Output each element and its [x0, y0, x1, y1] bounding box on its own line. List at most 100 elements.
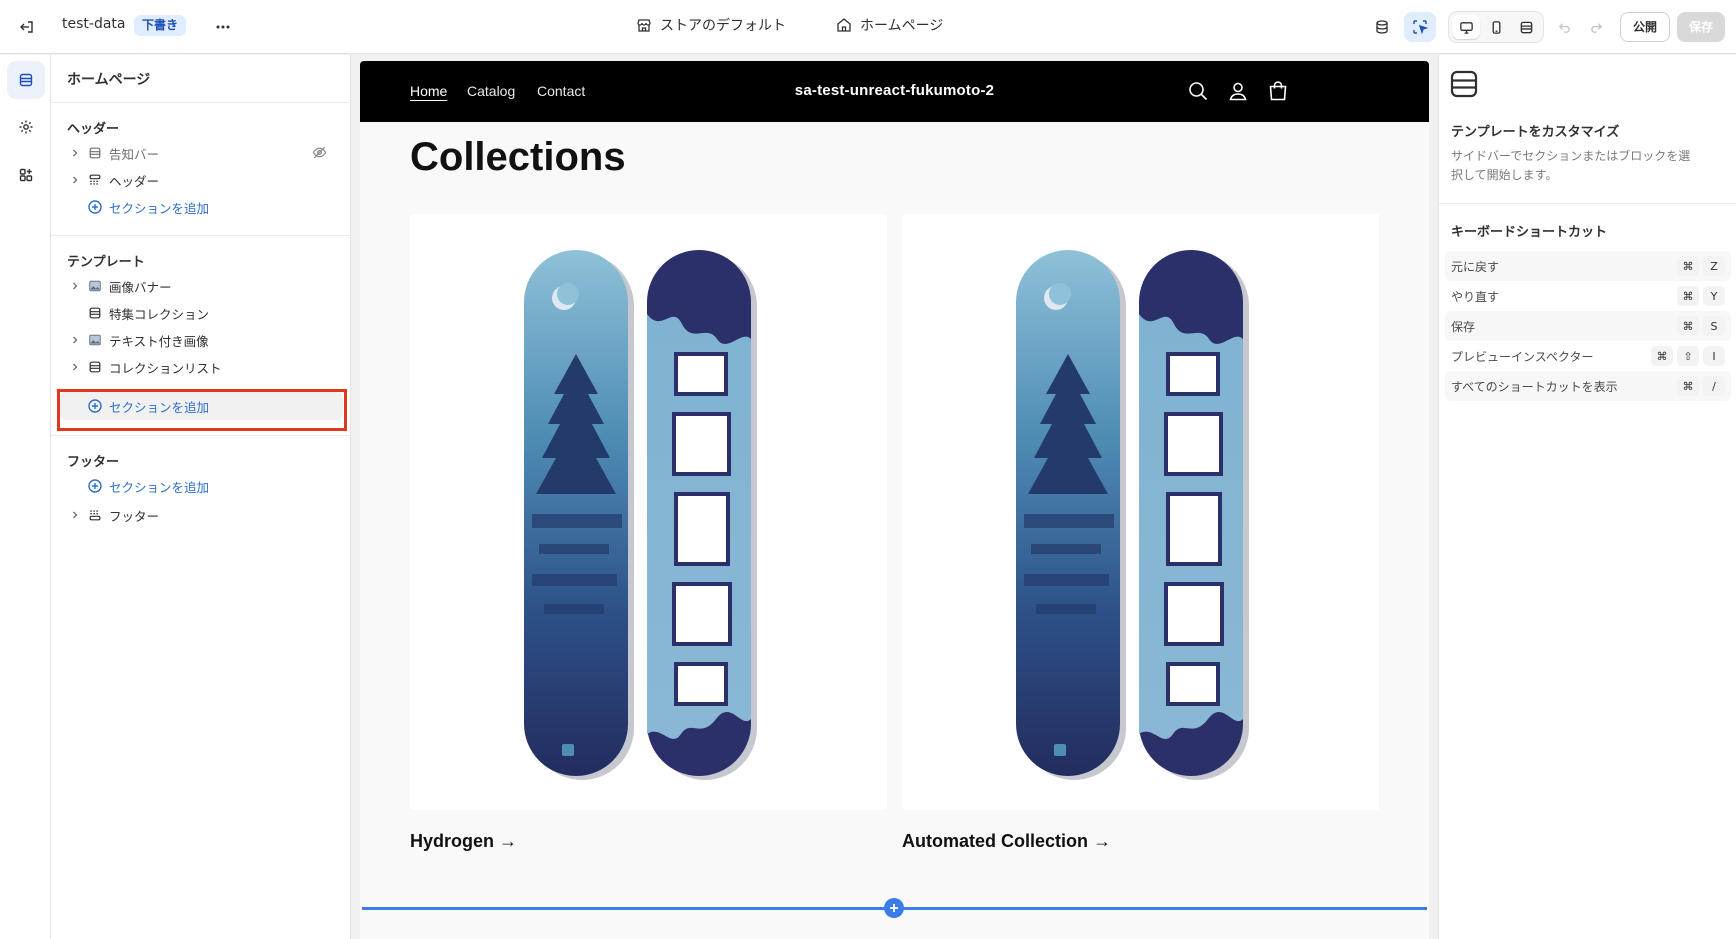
collection-link-automated[interactable]: Automated Collection →	[902, 831, 1111, 852]
divider	[51, 102, 351, 103]
chevron-right-icon[interactable]	[67, 332, 83, 348]
page-selector[interactable]: ホームページ	[836, 15, 943, 35]
redo-icon[interactable]	[1580, 12, 1612, 42]
section-icon	[87, 145, 103, 161]
sidebar-item-footer[interactable]: フッター	[59, 501, 343, 529]
search-icon[interactable]	[1186, 79, 1210, 103]
shortcut-key: ⌘	[1677, 286, 1699, 306]
footer-section-icon	[87, 507, 103, 523]
database-icon[interactable]	[1366, 12, 1398, 42]
add-section-label: セクションを追加	[109, 479, 210, 495]
shortcut-key: ⌘	[1677, 316, 1699, 336]
publish-button[interactable]: 公開	[1620, 12, 1671, 42]
chevron-right-icon[interactable]	[67, 359, 83, 375]
sidebar-item-label: コレクションリスト	[109, 360, 222, 376]
insert-section-plus-icon[interactable]	[884, 898, 904, 918]
shortcut-label: プレビューインスペクター	[1451, 349, 1594, 364]
shortcut-row-redo: やり直す ⌘ Y	[1445, 281, 1731, 311]
status-badge: 下書き	[134, 15, 187, 36]
sidebar-title: ホームページ	[67, 72, 151, 88]
mobile-icon[interactable]	[1482, 15, 1510, 39]
store-icon	[636, 17, 652, 33]
sidebar-item-image-banner[interactable]: 画像バナー	[59, 272, 343, 300]
chevron-right-icon[interactable]	[67, 145, 83, 161]
shortcut-row-save: 保存 ⌘ S	[1445, 311, 1731, 341]
left-rail	[0, 55, 51, 939]
inspector-panel: テンプレートをカスタマイズ サイドバーでセクションまたはブロックを選択して開始し…	[1438, 55, 1736, 939]
shortcut-row-undo: 元に戻す ⌘ Z	[1445, 251, 1731, 281]
save-button[interactable]: 保存	[1677, 12, 1726, 42]
shortcut-key: ⌘	[1677, 256, 1699, 276]
inspector-icon[interactable]	[1404, 12, 1436, 42]
preview-area: Home Catalog Contact sa-test-unreact-fuk…	[351, 55, 1438, 939]
sidebar-item-label: フッター	[109, 508, 160, 524]
shortcut-row-show-all[interactable]: すべてのショートカットを表示 ⌘ /	[1445, 371, 1731, 401]
chevron-right-icon[interactable]	[67, 172, 83, 188]
shortcut-label: やり直す	[1451, 289, 1500, 304]
shortcut-label: すべてのショートカットを表示	[1451, 379, 1618, 394]
collections-heading: Collections	[410, 135, 626, 179]
shortcut-key: ⌘	[1677, 376, 1699, 396]
add-section-footer-button[interactable]: セクションを追加	[59, 472, 343, 500]
shortcut-key: S	[1703, 316, 1725, 336]
group-template-label: テンプレート	[67, 255, 145, 270]
sections-icon[interactable]	[7, 61, 45, 99]
shortcut-row-preview-inspector: プレビューインスペクター ⌘ ⇧ I	[1445, 341, 1731, 371]
group-footer-label: フッター	[67, 455, 120, 470]
section-icon	[87, 359, 103, 375]
shortcut-key: ⇧	[1677, 346, 1699, 366]
add-section-label: セクションを追加	[109, 200, 210, 216]
viewport-switcher	[1448, 11, 1544, 43]
chevron-right-icon[interactable]	[67, 507, 83, 523]
apps-icon[interactable]	[7, 156, 45, 194]
shortcut-key: Y	[1703, 286, 1725, 306]
collection-link-hydrogen[interactable]: Hydrogen →	[410, 831, 517, 852]
sidebar-item-collection-list[interactable]: コレクションリスト	[59, 353, 343, 381]
plus-circle-icon	[88, 200, 102, 214]
exit-icon[interactable]	[14, 14, 40, 40]
shortcut-key: /	[1703, 376, 1725, 396]
sidebar-item-label: 画像バナー	[109, 279, 172, 295]
divider	[1439, 203, 1736, 204]
sidebar-item-announcement-bar[interactable]: 告知バー	[59, 139, 343, 167]
shortcut-label: 元に戻す	[1451, 259, 1500, 274]
sidebar-item-header[interactable]: ヘッダー	[59, 166, 343, 194]
header-section-icon	[87, 172, 103, 188]
fullscreen-icon[interactable]	[1512, 15, 1540, 39]
shortcut-key: I	[1703, 346, 1725, 366]
snowboard-pair-image	[524, 250, 757, 780]
store-header: Home Catalog Contact sa-test-unreact-fuk…	[360, 61, 1429, 122]
plus-circle-icon	[88, 479, 102, 493]
divider	[51, 435, 351, 436]
panel-description: サイドバーでセクションまたはブロックを選択して開始します。	[1451, 149, 1691, 182]
shortcut-label: 保存	[1451, 319, 1476, 334]
undo-icon[interactable]	[1548, 12, 1580, 42]
chevron-right-icon[interactable]	[67, 278, 83, 294]
account-icon[interactable]	[1226, 79, 1250, 103]
template-selector[interactable]: ストアのデフォルト	[636, 15, 786, 35]
home-icon	[836, 17, 852, 33]
theme-name: test-data	[62, 16, 126, 32]
sidebar-item-label: 告知バー	[109, 146, 160, 162]
sidebar-item-label: 特集コレクション	[109, 306, 210, 322]
more-actions-icon[interactable]	[210, 14, 236, 40]
group-header-label: ヘッダー	[67, 122, 120, 137]
section-icon	[87, 305, 103, 321]
sidebar-item-featured-collection[interactable]: 特集コレクション	[59, 299, 343, 327]
sidebar-item-image-with-text[interactable]: テキスト付き画像	[59, 326, 343, 354]
highlight-annotation	[57, 389, 347, 431]
shortcut-key: ⌘	[1651, 346, 1673, 366]
hidden-eye-icon[interactable]	[312, 145, 327, 160]
page-selector-label: ホームページ	[860, 18, 944, 34]
collection-image-hydrogen[interactable]	[410, 214, 887, 810]
divider	[51, 235, 351, 236]
add-section-header-button[interactable]: セクションを追加	[59, 193, 343, 221]
shortcuts-title: キーボードショートカット	[1451, 225, 1608, 240]
settings-gear-icon[interactable]	[7, 108, 45, 146]
sidebar-item-label: テキスト付き画像	[109, 333, 209, 349]
desktop-icon[interactable]	[1452, 15, 1480, 39]
top-bar: test-data 下書き ストアのデフォルト ホームページ 公開 保存	[0, 0, 1736, 54]
template-section-icon	[1449, 69, 1479, 99]
collection-image-automated[interactable]	[902, 214, 1379, 810]
cart-icon[interactable]	[1266, 79, 1290, 103]
